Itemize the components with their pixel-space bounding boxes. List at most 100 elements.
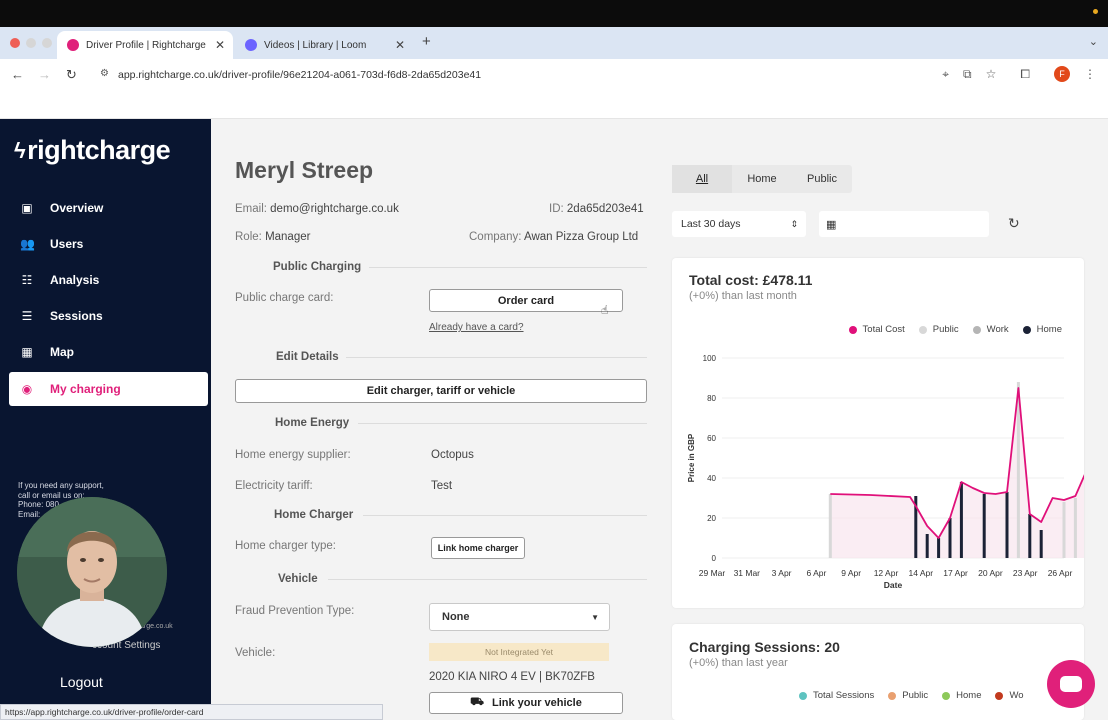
sidebar-item-users[interactable]: 👥 Users	[9, 227, 208, 261]
email-row: Email: demo@rightcharge.co.uk	[235, 203, 399, 215]
extensions-puzzle-icon[interactable]: ⧠	[1020, 67, 1030, 82]
close-tab-icon[interactable]: ✕	[395, 38, 405, 52]
x-tick-label: 3 Apr	[772, 568, 792, 578]
tab-list-chevron-icon[interactable]: ⌄	[1089, 35, 1098, 48]
chat-launcher-button[interactable]	[1047, 660, 1095, 708]
vehicle-label: Vehicle:	[235, 647, 276, 659]
y-axis-label: Price in GBP	[687, 433, 696, 482]
link-home-charger-button[interactable]: Link home charger	[431, 537, 525, 559]
sidebar-item-analysis[interactable]: ☷ Analysis	[9, 263, 208, 297]
public-bar	[1073, 498, 1077, 558]
home-bar	[1028, 514, 1032, 558]
legend-dot-icon	[799, 691, 807, 700]
url-field[interactable]: ⚙ app.rightcharge.co.uk/driver-profile/9…	[90, 63, 1000, 87]
fraud-prevention-select[interactable]: None ▼	[429, 603, 610, 631]
x-axis-label: Date	[884, 580, 903, 590]
home-bar	[948, 518, 952, 558]
legend-item[interactable]: Public	[888, 690, 928, 701]
layout-icon: ▣	[21, 201, 33, 215]
install-app-icon[interactable]: ⧉	[963, 67, 972, 82]
refresh-icon[interactable]: ↻	[1008, 215, 1020, 232]
rightcharge-favicon-icon	[67, 39, 79, 51]
dropdown-caret-icon: ▼	[591, 612, 599, 622]
x-tick-label: 12 Apr	[874, 568, 899, 578]
lightning-bolt-icon: ϟ	[14, 137, 26, 163]
minimize-window-icon[interactable]	[26, 38, 36, 48]
x-tick-label: 23 Apr	[1013, 568, 1038, 578]
y-tick-label: 0	[712, 554, 717, 563]
section-divider	[346, 357, 647, 358]
maximize-window-icon[interactable]	[42, 38, 52, 48]
legend-label: Total Sessions	[813, 690, 875, 701]
role-value: Manager	[265, 231, 311, 243]
sessions-icon: ☰	[21, 309, 33, 323]
role-label: Role:	[235, 231, 262, 243]
home-bar	[1005, 492, 1009, 558]
filter-tab-home[interactable]: Home	[732, 165, 792, 193]
sidebar-item-label: Users	[50, 237, 84, 251]
user-circle-icon: ◉	[21, 382, 33, 396]
legend-item[interactable]: Wo	[995, 690, 1024, 701]
date-range-select[interactable]: Last 30 days ⇕	[672, 211, 806, 237]
integration-status-badge: Not Integrated Yet	[429, 643, 609, 661]
electricity-tariff-value: Test	[431, 480, 453, 492]
sidebar-item-label: Sessions	[50, 309, 103, 323]
sidebar-item-overview[interactable]: ▣ Overview	[9, 191, 208, 225]
map-icon: ▦	[21, 345, 33, 359]
legend-label: Home	[956, 690, 982, 701]
browser-tab-loom[interactable]: Videos | Library | Loom ✕	[235, 31, 413, 59]
already-have-card-link[interactable]: Already have a card?	[429, 322, 524, 333]
home-bar	[959, 482, 963, 558]
sidebar-item-sessions[interactable]: ☰ Sessions	[9, 299, 208, 333]
legend-item[interactable]: Total Sessions	[799, 690, 874, 701]
car-icon: ⛟	[470, 696, 484, 708]
x-tick-label: 29 Mar	[699, 568, 726, 578]
forward-arrow-icon[interactable]: →	[38, 67, 51, 82]
legend-label: Public	[902, 690, 929, 701]
new-tab-icon[interactable]: +	[422, 33, 431, 50]
filter-tab-public[interactable]: Public	[792, 165, 852, 193]
legend-label: Wo	[1009, 690, 1024, 701]
tab-title: Driver Profile | Rightcharge	[86, 39, 206, 51]
reload-icon[interactable]: ↻	[66, 67, 77, 83]
logout-button[interactable]: Logout	[60, 674, 103, 690]
back-arrow-icon[interactable]: ←	[11, 67, 24, 82]
fraud-prevention-value: None	[442, 611, 470, 623]
section-divider	[369, 267, 647, 268]
vehicle-name: 2020 KIA NIRO 4 EV | BK70ZFB	[429, 671, 595, 683]
public-bar	[828, 494, 832, 558]
x-tick-label: 17 Apr	[943, 568, 968, 578]
support-text: If you need any support,	[18, 481, 104, 490]
mouse-pointer-icon: ☝	[601, 303, 609, 317]
link-vehicle-button[interactable]: ⛟ Link your vehicle	[429, 692, 623, 714]
legend-dot-icon	[995, 691, 1004, 700]
date-picker-input[interactable]: ▦	[819, 211, 989, 237]
edit-charger-tariff-vehicle-button[interactable]: Edit charger, tariff or vehicle	[235, 379, 647, 403]
company-row: Company: Awan Pizza Group Ltd	[469, 231, 638, 243]
y-tick-label: 60	[707, 434, 716, 443]
rightcharge-logo[interactable]: ϟ rightcharge	[14, 135, 171, 166]
browser-menu-icon[interactable]: ⋮	[1084, 67, 1096, 81]
order-card-button[interactable]: Order card	[429, 289, 623, 312]
close-tab-icon[interactable]: ✕	[215, 38, 225, 52]
y-tick-label: 20	[707, 514, 716, 523]
energy-supplier-value: Octopus	[431, 449, 474, 461]
browser-tab-driver-profile[interactable]: Driver Profile | Rightcharge ✕	[57, 31, 233, 59]
bookmark-star-icon[interactable]: ☆	[986, 67, 997, 81]
sidebar-item-map[interactable]: ▦ Map	[9, 335, 208, 369]
sidebar-item-my-charging[interactable]: ◉ My charging	[9, 372, 208, 406]
x-tick-label: 6 Apr	[806, 568, 826, 578]
legend-item[interactable]: Home	[942, 690, 981, 701]
recording-indicator-icon	[1093, 9, 1098, 14]
location-pin-icon[interactable]: ⌖	[942, 67, 949, 82]
company-label: Company:	[469, 231, 522, 243]
filter-tab-all[interactable]: All	[672, 165, 732, 193]
page-title: Meryl Streep	[235, 157, 374, 183]
site-settings-icon[interactable]: ⚙	[100, 68, 109, 79]
home-bar	[925, 534, 929, 558]
x-tick-label: 9 Apr	[841, 568, 861, 578]
profile-avatar[interactable]: F	[1054, 66, 1070, 82]
sidebar-item-label: Overview	[50, 201, 104, 215]
company-value: Awan Pizza Group Ltd	[523, 231, 639, 243]
close-window-icon[interactable]	[10, 38, 20, 48]
